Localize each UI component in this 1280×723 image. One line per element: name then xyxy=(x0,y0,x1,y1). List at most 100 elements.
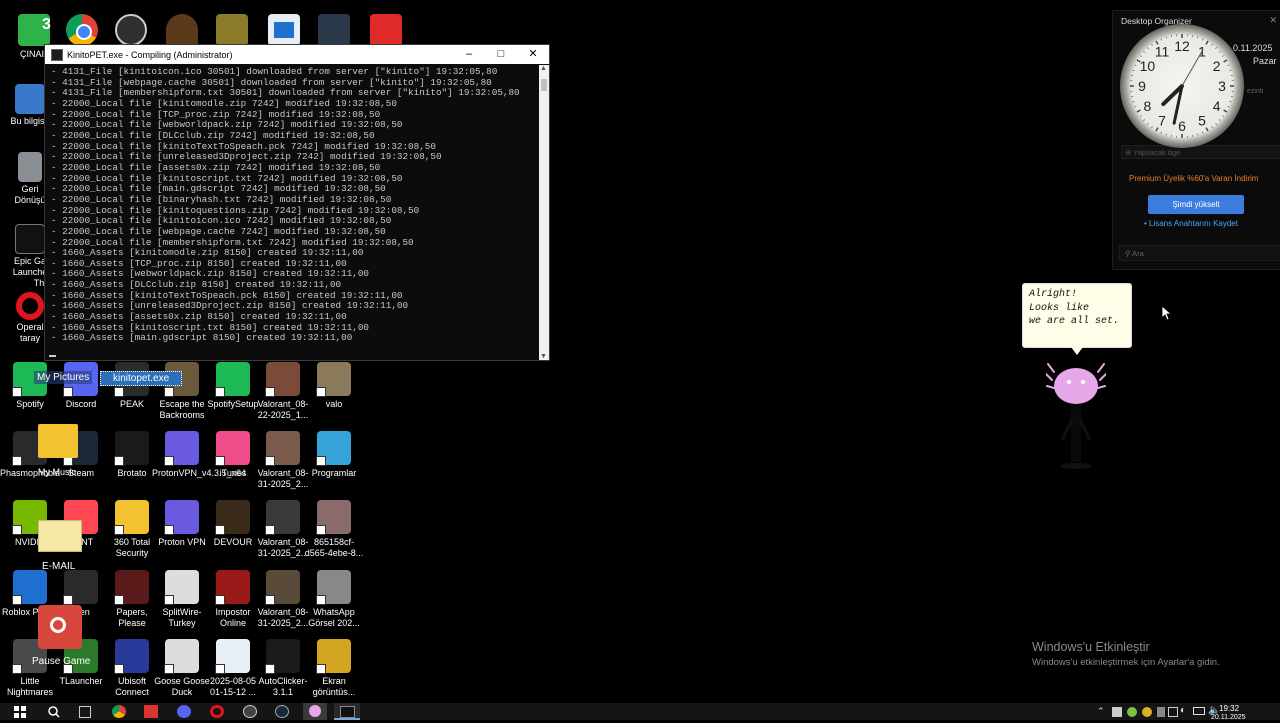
valorant-2-icon xyxy=(266,431,300,465)
shortcut-arrow-icon xyxy=(12,456,22,466)
email-overlay[interactable]: E-MAIL xyxy=(42,561,75,572)
desktop-icon-programlar[interactable]: Programlar xyxy=(304,431,364,479)
tray-chevron-icon[interactable]: ⌃ xyxy=(1097,706,1105,717)
game-icon-helmet[interactable] xyxy=(166,14,198,46)
shortcut-arrow-icon xyxy=(265,525,275,535)
clock-tick xyxy=(1151,44,1152,46)
my-music-overlay[interactable]: My Music xyxy=(38,467,76,477)
console-titlebar[interactable]: KinitoPET.exe - Compiling (Administrator… xyxy=(45,45,549,64)
clock-tick xyxy=(1156,128,1158,131)
proton-vpn-icon xyxy=(165,500,199,534)
valorant-3-icon xyxy=(266,500,300,534)
license-link[interactable]: • Lisans Anahtarını Kaydet xyxy=(1144,219,1238,228)
console-app-icon xyxy=(51,49,63,61)
clock-tick xyxy=(1206,41,1208,44)
search-icon[interactable] xyxy=(47,705,61,718)
shortcut-arrow-icon xyxy=(265,456,275,466)
promo-text: Premium Üyelik %60'a Varan İndirim xyxy=(1129,174,1258,183)
scroll-thumb[interactable] xyxy=(541,79,547,91)
clock-tick xyxy=(1147,47,1148,48)
impostor-online-icon xyxy=(216,570,250,604)
clock-tick xyxy=(1230,70,1232,71)
computer-icon xyxy=(15,84,45,114)
pdf-app-icon[interactable] xyxy=(370,14,402,46)
pause-game-overlay[interactable]: Pause Game xyxy=(32,656,90,667)
shortcut-arrow-icon xyxy=(265,387,275,397)
video-file-icon[interactable] xyxy=(268,14,300,46)
console-line: - 22000_Local file [binaryhash.txt 7242]… xyxy=(51,195,539,206)
taskbar-time[interactable]: 19:32 xyxy=(1219,704,1239,713)
organizer-close-icon[interactable]: ✕ xyxy=(1269,15,1277,26)
console-window[interactable]: KinitoPET.exe - Compiling (Administrator… xyxy=(44,44,550,361)
bmen-icon xyxy=(64,570,98,604)
shortcut-arrow-icon xyxy=(12,664,22,674)
discord-taskbar-icon[interactable] xyxy=(177,705,191,718)
clock-tick xyxy=(1224,60,1227,62)
shortcut-arrow-icon xyxy=(215,525,225,535)
kinitopet-exe-label[interactable]: kinitopet.exe xyxy=(100,371,182,386)
badge-count: 3 xyxy=(42,16,51,34)
desktop-icon-valo[interactable]: valo xyxy=(304,362,364,410)
wifi-icon[interactable]: ◐ xyxy=(1180,705,1186,716)
console-scrollbar[interactable]: ▲ ▼ xyxy=(539,65,549,360)
opera-icon xyxy=(16,292,44,320)
clock-tick xyxy=(1202,38,1203,40)
battery-icon[interactable] xyxy=(1193,707,1205,715)
shortcut-arrow-icon xyxy=(215,595,225,605)
search-placeholder: Ara xyxy=(1132,249,1144,258)
clock-tick xyxy=(1228,106,1230,107)
analog-clock: 121234567891011 xyxy=(1120,24,1244,148)
epic-games-icon xyxy=(15,224,45,254)
windows-start-icon[interactable] xyxy=(14,705,28,718)
scroll-up-arrow[interactable]: ▲ xyxy=(540,65,547,72)
tray-app-icon-5[interactable] xyxy=(1168,707,1178,717)
clock-numeral: 6 xyxy=(1178,118,1186,134)
tray-app-icon-3[interactable] xyxy=(1142,707,1152,717)
my-music-folder-icon[interactable] xyxy=(38,424,78,458)
taskbar-date[interactable]: 20.11.2025 xyxy=(1211,714,1246,720)
desktop-icon-image-file[interactable]: 865158cf-d565-4ebe-8... xyxy=(304,500,364,559)
chrome-taskbar-icon[interactable] xyxy=(112,705,126,718)
my-pictures-overlay[interactable]: My Pictures xyxy=(34,371,92,384)
tray-app-icon-2[interactable] xyxy=(1127,707,1137,717)
app-icon-monitor[interactable] xyxy=(318,14,350,46)
second-hand xyxy=(1182,50,1203,86)
task-view-icon[interactable] xyxy=(79,706,91,718)
tray-app-icon-1[interactable] xyxy=(1112,707,1122,717)
organizer-search[interactable]: ⚲ Ara xyxy=(1119,245,1280,261)
steam-taskbar-icon[interactable] xyxy=(275,705,289,718)
scroll-down-arrow[interactable]: ▼ xyxy=(540,353,547,360)
speech-bubble-tail xyxy=(1071,347,1083,355)
clock-tick xyxy=(1140,55,1142,56)
obs-icon[interactable] xyxy=(115,14,147,46)
obs-taskbar-icon[interactable] xyxy=(243,705,257,718)
chrome-icon[interactable] xyxy=(66,14,98,46)
power-icon[interactable] xyxy=(38,605,82,649)
close-button[interactable]: ✕ xyxy=(517,45,549,64)
minimize-button[interactable]: – xyxy=(453,45,485,64)
kinito-character[interactable] xyxy=(1046,360,1106,472)
kinito-taskbar-icon[interactable] xyxy=(303,703,327,720)
icon-label-extra: Thi xyxy=(14,278,47,288)
maximize-button[interactable]: □ xyxy=(485,45,517,64)
upgrade-button[interactable]: Şimdi yükselt xyxy=(1148,195,1244,214)
email-envelope-icon[interactable] xyxy=(38,520,82,552)
desktop-icon-whatsapp-image[interactable]: WhatsApp Görsel 202... xyxy=(304,570,364,629)
activation-title: Windows'u Etkinleştir xyxy=(1032,640,1150,654)
taskbar: ⌃ ◐ 🔈 19:32 20.11.2025 xyxy=(0,703,1280,720)
opera-taskbar-icon[interactable] xyxy=(210,705,224,718)
tray-app-icon-4[interactable] xyxy=(1157,707,1165,717)
console-taskbar-icon[interactable] xyxy=(334,703,360,720)
shortcut-arrow-icon xyxy=(265,664,275,674)
shortcut-arrow-icon xyxy=(164,595,174,605)
image-file-icon xyxy=(317,500,351,534)
game-taskbar-icon[interactable] xyxy=(144,705,158,718)
desktop-icon-screenshot[interactable]: Ekran görüntüs... xyxy=(304,639,364,698)
valo-icon xyxy=(317,362,351,396)
clock-tick xyxy=(1211,126,1212,128)
game-icon-yellow[interactable] xyxy=(216,14,248,46)
shortcut-arrow-icon xyxy=(114,387,124,397)
clock-numeral: 7 xyxy=(1158,113,1166,129)
clock-tick xyxy=(1222,115,1224,116)
goose-icon xyxy=(165,639,199,673)
